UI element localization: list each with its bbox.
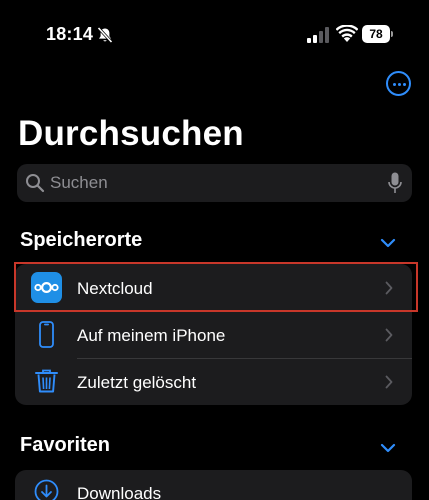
bell-slash-icon <box>97 26 113 44</box>
cellular-signal-icon <box>307 27 329 43</box>
trash-icon <box>35 369 58 393</box>
iphone-icon <box>39 321 54 348</box>
favorites-list: Downloads <box>15 470 412 500</box>
download-circle-icon <box>34 479 59 500</box>
microphone-icon[interactable] <box>388 172 402 194</box>
highlight-annotation <box>14 262 418 312</box>
section-header-locations: Speicherorte <box>20 229 143 251</box>
chevron-right-icon <box>385 328 393 342</box>
chevron-right-icon <box>385 375 393 389</box>
status-time: 18:14 <box>46 24 94 44</box>
search-field[interactable] <box>17 164 412 202</box>
chevron-down-icon[interactable] <box>380 238 396 248</box>
battery-level: 78 <box>369 27 383 41</box>
battery-indicator: 78 <box>362 25 393 43</box>
location-item-on-my-iphone[interactable]: Auf meinem iPhone <box>15 311 412 358</box>
search-input[interactable] <box>50 164 380 202</box>
status-bar: 18:14 78 <box>0 0 429 64</box>
ellipsis-circle-icon <box>392 82 396 86</box>
location-label: Auf meinem iPhone <box>77 326 226 345</box>
favorite-label: Downloads <box>77 484 162 500</box>
more-options-button[interactable] <box>386 71 411 96</box>
location-label: Zuletzt gelöscht <box>77 373 197 392</box>
page-title: Durchsuchen <box>18 114 244 153</box>
search-icon <box>26 174 45 193</box>
location-item-recently-deleted[interactable]: Zuletzt gelöscht <box>15 358 412 405</box>
wifi-icon <box>336 25 358 42</box>
section-header-favorites: Favoriten <box>20 434 111 456</box>
chevron-down-icon[interactable] <box>380 443 396 453</box>
favorite-item-downloads[interactable]: Downloads <box>15 470 412 500</box>
